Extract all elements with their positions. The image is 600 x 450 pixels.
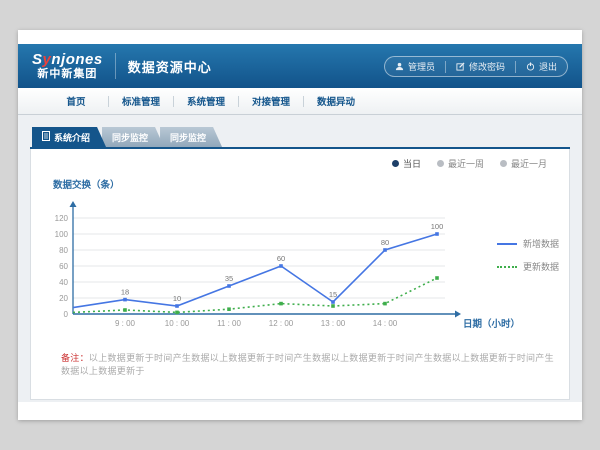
footnote-prefix: 备注： [61, 353, 89, 363]
logout-label: 退出 [539, 60, 557, 73]
nav-item-interface-mgmt[interactable]: 对接管理 [239, 88, 303, 114]
logout-button[interactable]: 退出 [516, 60, 567, 73]
footnote: 备注：以上数据更新于时间产生数据以上数据更新于时间产生数据以上数据更新于时间产生… [61, 351, 555, 377]
radio-dot-icon [437, 160, 444, 167]
svg-text:40: 40 [59, 278, 68, 287]
app-header: Synjones 新中新集团 数据资源中心 管理员 修改密码 [18, 44, 582, 88]
svg-text:0: 0 [64, 310, 69, 319]
svg-text:10 : 00: 10 : 00 [165, 319, 190, 328]
svg-text:60: 60 [59, 262, 68, 271]
brand-logo: Synjones 新中新集团 [32, 52, 103, 80]
svg-text:15: 15 [329, 290, 337, 299]
legend-label: 更新数据 [523, 260, 559, 273]
logo-part1: S [32, 51, 43, 68]
legend-line-sample [497, 266, 517, 268]
user-actions: 管理员 修改密码 退出 [384, 56, 568, 77]
admin-user-label: 管理员 [408, 60, 435, 73]
tab-sync-monitor-2[interactable]: 同步监控 [160, 127, 222, 147]
header-divider [115, 53, 116, 79]
chart-legend: 新增数据 更新数据 [497, 237, 559, 273]
filter-today[interactable]: 当日 [392, 157, 421, 170]
change-password-button[interactable]: 修改密码 [446, 60, 515, 73]
logo-part2: njones [51, 51, 102, 68]
svg-text:60: 60 [277, 254, 285, 263]
line-chart: 0 20 40 60 80 100 120 9 : 00 10 : 00 11 : 00 12 : … [47, 197, 525, 339]
svg-text:13 : 00: 13 : 00 [321, 319, 346, 328]
logo-latin: Synjones [32, 52, 103, 67]
nav-item-data-change[interactable]: 数据异动 [304, 88, 368, 114]
legend-label: 新增数据 [523, 237, 559, 250]
legend-line-sample [497, 243, 517, 245]
svg-text:20: 20 [59, 294, 68, 303]
document-icon [42, 131, 50, 143]
nav-item-home[interactable]: 首页 [44, 88, 108, 114]
tab-label: 同步监控 [170, 131, 206, 144]
radio-dot-icon [500, 160, 507, 167]
svg-text:100: 100 [55, 230, 69, 239]
filter-last-week[interactable]: 最近一周 [437, 157, 484, 170]
svg-text:14 : 00: 14 : 00 [373, 319, 398, 328]
svg-text:10: 10 [173, 294, 181, 303]
filter-label: 当日 [403, 157, 421, 170]
svg-text:9 : 00: 9 : 00 [115, 319, 136, 328]
tab-label: 同步监控 [112, 131, 148, 144]
svg-text:35: 35 [225, 274, 233, 283]
admin-user-button[interactable]: 管理员 [385, 60, 445, 73]
svg-text:日期（小时）: 日期（小时） [463, 318, 520, 330]
footnote-text: 以上数据更新于时间产生数据以上数据更新于时间产生数据以上数据更新于时间产生数据以… [61, 353, 554, 376]
svg-text:100: 100 [431, 222, 444, 231]
nav-item-system-mgmt[interactable]: 系统管理 [174, 88, 238, 114]
legend-item-updated-data[interactable]: 更新数据 [497, 260, 559, 273]
svg-text:80: 80 [381, 238, 389, 247]
app-window: Synjones 新中新集团 数据资源中心 管理员 修改密码 [18, 30, 582, 420]
user-icon [395, 62, 404, 71]
page-title: 数据资源中心 [128, 57, 212, 76]
svg-text:11 : 00: 11 : 00 [217, 319, 241, 328]
filter-last-month[interactable]: 最近一月 [500, 157, 547, 170]
logo-subtitle: 新中新集团 [37, 69, 97, 80]
nav-item-standard-mgmt[interactable]: 标准管理 [109, 88, 173, 114]
time-range-filters: 当日 最近一周 最近一月 [392, 157, 547, 170]
change-password-label: 修改密码 [469, 60, 505, 73]
chart-panel: 当日 最近一周 最近一月 数据交换（条） 0 20 40 60 80 100 120 9 : … [30, 149, 570, 400]
edit-icon [456, 62, 465, 71]
content-area: 系统介绍 同步监控 同步监控 当日 最近一周 [18, 115, 582, 402]
svg-text:120: 120 [55, 214, 69, 223]
svg-text:12 : 00: 12 : 00 [269, 319, 294, 328]
tab-bar: 系统介绍 同步监控 同步监控 [32, 127, 570, 147]
tab-sync-monitor-1[interactable]: 同步监控 [102, 127, 164, 147]
top-strip [18, 30, 582, 44]
radio-dot-icon [392, 160, 399, 167]
svg-text:18: 18 [121, 288, 129, 297]
main-nav: 首页 标准管理 系统管理 对接管理 数据异动 [18, 88, 582, 115]
filter-label: 最近一月 [511, 157, 547, 170]
svg-text:80: 80 [59, 246, 68, 255]
tab-system-intro[interactable]: 系统介绍 [32, 127, 106, 147]
power-icon [526, 62, 535, 71]
tab-label: 系统介绍 [54, 131, 90, 144]
legend-item-new-data[interactable]: 新增数据 [497, 237, 559, 250]
filter-label: 最近一周 [448, 157, 484, 170]
y-axis-title: 数据交换（条） [53, 177, 120, 191]
